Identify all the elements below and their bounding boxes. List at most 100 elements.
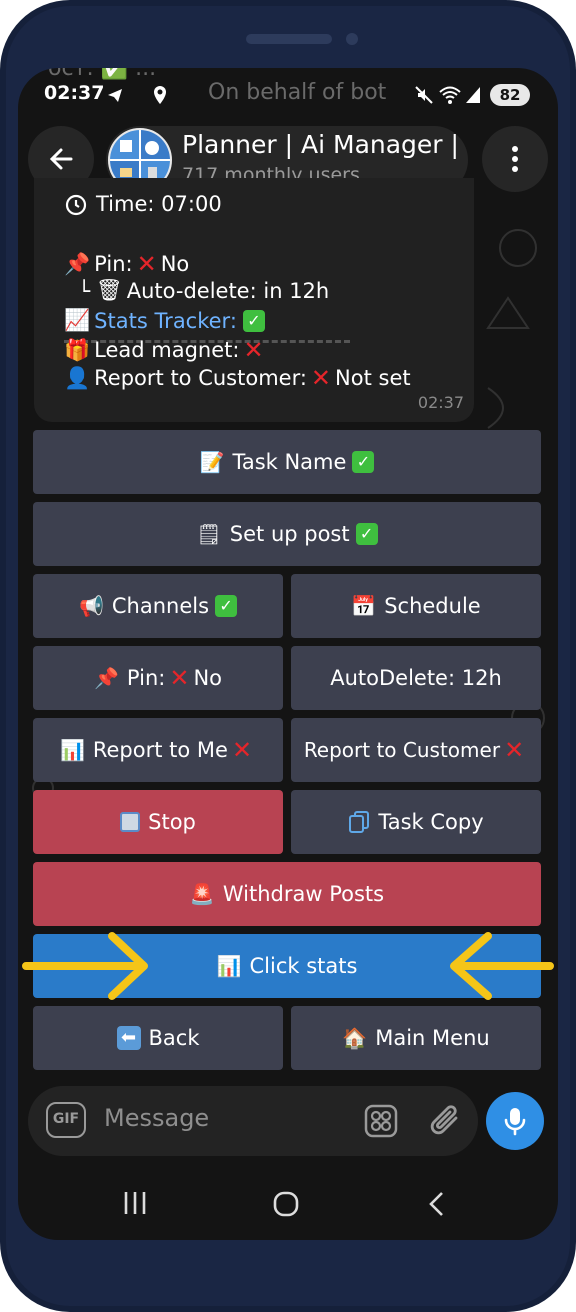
- report-value: Not set: [335, 366, 411, 390]
- siren-icon: 🚨: [189, 882, 215, 906]
- setup-post-button[interactable]: 🗒 Set up post ✓: [33, 502, 541, 566]
- recent-apps-icon[interactable]: [122, 1190, 148, 1216]
- lead-label: Lead magnet:: [94, 338, 240, 362]
- bot-message-bubble: Time: 07:00 📌 Pin: ✕ No └ 🗑 Auto-delete:…: [34, 178, 474, 422]
- chart-icon: 📈: [64, 308, 91, 332]
- report-to-me-label: Report to Me: [92, 738, 228, 762]
- back-label: Back: [148, 1026, 200, 1050]
- message-input[interactable]: Message: [104, 1104, 209, 1132]
- tree-branch: └: [78, 278, 91, 303]
- autodelete-button-label: AutoDelete: 12h: [330, 666, 502, 690]
- stop-icon: [120, 812, 141, 832]
- battery-level: 82: [499, 86, 521, 104]
- click-stats-label: Click stats: [249, 954, 358, 978]
- nav-back-icon[interactable]: [426, 1190, 446, 1218]
- chart-icon: 📊: [59, 738, 85, 762]
- status-time: 02:37: [44, 82, 105, 104]
- gif-icon: GIF: [52, 1111, 80, 1127]
- gif-button[interactable]: GIF: [46, 1102, 86, 1138]
- task-name-button[interactable]: 📝 Task Name ✓: [33, 430, 541, 494]
- chart-icon: 📊: [216, 954, 242, 978]
- report-label: Report to Customer:: [94, 366, 307, 390]
- screen: ост: ✅ ... On behalf of bot 02:37 82 Pla…: [18, 68, 558, 1240]
- telegram-status-icon: [108, 89, 122, 102]
- task-copy-button[interactable]: Task Copy: [291, 790, 541, 854]
- cross-mark-icon: ✕: [231, 736, 253, 764]
- channels-button[interactable]: 📢 Channels ✓: [33, 574, 283, 638]
- annotation-arrow-left: [450, 932, 554, 1000]
- pin-button[interactable]: 📌 Pin: ✕ No: [33, 646, 283, 710]
- voice-record-button[interactable]: [486, 1092, 544, 1150]
- pin-value: No: [160, 252, 190, 276]
- report-to-me-button[interactable]: 📊 Report to Me ✕: [33, 718, 283, 782]
- more-options-button[interactable]: [482, 126, 548, 192]
- wifi-icon: [439, 86, 461, 104]
- trash-icon: 🗑: [96, 278, 123, 302]
- battery-indicator: 82: [490, 84, 530, 106]
- signal-icon: [466, 87, 480, 103]
- chat-title: Planner | Ai Manager | L: [182, 130, 462, 159]
- pin-button-label: Pin:: [126, 666, 166, 690]
- report-row: 👤 Report to Customer: ✕ Not set: [64, 364, 411, 392]
- pin-row: 📌 Pin: ✕ No: [64, 250, 189, 278]
- pin-button-value: No: [193, 666, 222, 690]
- schedule-button[interactable]: 📅 Schedule: [291, 574, 541, 638]
- task-copy-label: Task Copy: [378, 810, 484, 834]
- status-bar: 02:37 82: [18, 80, 558, 110]
- phone-frame: ост: ✅ ... On behalf of bot 02:37 82 Pla…: [0, 0, 576, 1312]
- check-mark-icon: ✓: [215, 595, 238, 617]
- house-icon: 🏠: [342, 1026, 368, 1050]
- more-vert-icon: [512, 146, 518, 172]
- stop-button[interactable]: Stop: [33, 790, 283, 854]
- emoji-grid-icon[interactable]: [364, 1104, 398, 1138]
- main-menu-label: Main Menu: [375, 1026, 490, 1050]
- annotation-arrow-right: [22, 932, 148, 1000]
- check-mark-icon: ✓: [242, 309, 265, 332]
- main-menu-button[interactable]: 🏠 Main Menu: [291, 1006, 541, 1070]
- left-arrow-icon: ⬅: [116, 1026, 141, 1050]
- stats-tracker-link[interactable]: Stats Tracker:: [94, 309, 237, 333]
- check-mark-icon: ✓: [352, 451, 375, 473]
- withdraw-posts-label: Withdraw Posts: [222, 882, 385, 906]
- lead-row: 🎁 Lead magnet: ✕: [64, 336, 268, 364]
- time-row: Time: 07:00: [64, 192, 222, 216]
- microphone-icon: [504, 1108, 526, 1136]
- cross-mark-icon: ✕: [136, 250, 157, 278]
- pushpin-icon: 📌: [94, 666, 119, 690]
- mute-icon: [415, 86, 433, 104]
- time-label: Time:: [96, 192, 155, 216]
- location-icon: [154, 86, 166, 104]
- cross-mark-icon: ✕: [243, 336, 264, 364]
- stop-label: Stop: [148, 810, 196, 834]
- task-name-label: Task Name: [232, 450, 347, 474]
- time-value: 07:00: [161, 192, 222, 216]
- stats-row: 📈 Stats Tracker: ✓: [64, 308, 265, 333]
- cross-mark-icon: ✕: [504, 736, 525, 764]
- message-time: 02:37: [417, 393, 464, 412]
- front-camera: [346, 33, 358, 45]
- earpiece-speaker: [246, 34, 332, 44]
- autodelete-button[interactable]: AutoDelete: 12h: [291, 646, 541, 710]
- back-menu-button[interactable]: ⬅ Back: [33, 1006, 283, 1070]
- calendar-icon: 📅: [351, 594, 377, 618]
- user-icon: 👤: [64, 365, 91, 390]
- autodelete-value: in 12h: [263, 278, 330, 303]
- check-mark-icon: ✓: [355, 523, 378, 545]
- report-to-customer-button[interactable]: Report to Customer ✕: [291, 718, 541, 782]
- paperclip-icon[interactable]: [428, 1102, 464, 1140]
- pin-label: Pin:: [94, 252, 133, 276]
- message-composer: [28, 1086, 478, 1156]
- notepad-icon: 🗒: [196, 522, 222, 546]
- gift-icon: 🎁: [64, 337, 91, 362]
- withdraw-posts-button[interactable]: 🚨 Withdraw Posts: [33, 862, 541, 926]
- setup-post-label: Set up post: [229, 522, 350, 546]
- report-to-customer-label: Report to Customer: [303, 738, 501, 762]
- schedule-label: Schedule: [384, 594, 481, 618]
- autodelete-label: Auto-delete:: [126, 278, 257, 303]
- cross-mark-icon: ✕: [310, 364, 332, 392]
- copy-icon: [349, 811, 370, 833]
- megaphone-icon: 📢: [78, 594, 104, 618]
- memo-icon: 📝: [199, 450, 225, 474]
- cross-mark-icon: ✕: [169, 664, 190, 692]
- home-icon[interactable]: [272, 1190, 300, 1218]
